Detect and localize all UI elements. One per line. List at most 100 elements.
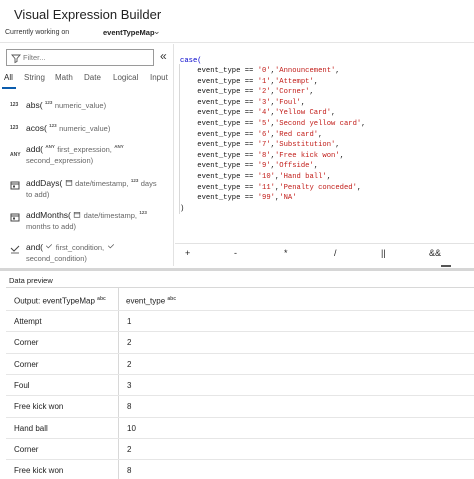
expression-editor[interactable]: case( event_type == '0','Announcement', …	[175, 44, 474, 240]
filter-input[interactable]	[23, 51, 151, 64]
function-argument: date/timestamp,	[75, 179, 129, 188]
code-value-string: 'Attempt'	[274, 77, 314, 86]
tab-string[interactable]: String	[24, 73, 45, 82]
numeric-type-icon: 123	[49, 123, 57, 129]
function-argument: second_expression)	[26, 156, 94, 165]
calendar-icon	[10, 180, 20, 190]
table-cell-output: Attempt	[14, 317, 42, 326]
function-item-acos[interactable]: 123 acos( 123 numeric_value)	[0, 120, 174, 142]
table-row: Attempt 1	[6, 310, 474, 332]
any-type-icon: ANY	[10, 152, 21, 158]
column-header-event-type[interactable]: event_type abc	[126, 288, 176, 310]
code-line: event_type == '9','Offside',	[180, 162, 318, 170]
code-line: event_type == '2','Corner',	[180, 88, 314, 96]
tab-date[interactable]: Date	[84, 73, 101, 82]
code-value-string: 'Corner'	[274, 88, 310, 97]
table-cell-output: Corner	[14, 444, 39, 454]
function-item-addmonths[interactable]: addMonths( date/timestamp, 123 months to…	[0, 208, 174, 240]
any-type-icon: ANY	[45, 144, 55, 150]
table-cell-output: Corner	[14, 359, 39, 369]
column-header-output[interactable]: Output: eventTypeMap abc	[14, 288, 106, 310]
code-field: event_type	[197, 141, 241, 150]
code-key-string: '3'	[257, 98, 271, 107]
function-item-abs[interactable]: 123 abs( 123 numeric_value)	[0, 98, 174, 120]
code-key-string: '11'	[257, 183, 275, 192]
tab-input[interactable]: Input	[150, 73, 168, 82]
table-row: Free kick won 8	[6, 395, 474, 417]
table-cell-event-type: 2	[127, 338, 132, 348]
function-name: addMonths(	[26, 210, 71, 220]
code-field: event_type	[197, 183, 241, 192]
code-field: event_type	[197, 151, 241, 160]
plus-operator-button[interactable]: +	[185, 248, 190, 258]
working-on-row: Currently working on eventTypeMap ⌄	[0, 25, 474, 43]
active-tab-indicator	[2, 87, 16, 89]
function-signature: addDays( date/timestamp, 123 days	[26, 178, 157, 188]
code-value-string: 'Second yellow card'	[274, 120, 362, 128]
function-signature: add( ANY first_expression, ANY	[26, 144, 124, 154]
code-operator: ==	[244, 151, 254, 160]
window-title: Visual Expression Builder	[14, 7, 162, 22]
function-name: acos(	[26, 123, 47, 133]
code-key-string: '99'	[257, 194, 275, 203]
code-value-string: 'Free kick won'	[274, 151, 340, 160]
code-field: event_type	[197, 109, 241, 118]
stream-selector[interactable]: eventTypeMap	[103, 28, 155, 37]
pane-divider[interactable]	[0, 268, 474, 271]
code-key-string: '8'	[257, 151, 271, 160]
code-value-string: 'Offside'	[274, 162, 314, 171]
category-tabs: All String Math Date Logical Input	[0, 71, 174, 91]
function-argument: numeric_value)	[59, 124, 111, 133]
table-cell-event-type: 8	[127, 402, 132, 412]
code-operator: ==	[244, 183, 254, 192]
function-item-adddays[interactable]: addDays( date/timestamp, 123 days to add…	[0, 176, 174, 208]
function-argument: date/timestamp,	[83, 211, 137, 220]
filter-icon	[11, 54, 21, 64]
code-field: event_type	[197, 98, 241, 107]
string-type-icon: abc	[97, 296, 106, 302]
function-signature: acos( 123 numeric_value)	[26, 123, 110, 133]
chevron-down-icon[interactable]: ⌄	[153, 26, 161, 37]
function-item-add[interactable]: ANY add( ANY first_expression, ANY secon…	[0, 142, 174, 174]
logical-type-icon	[10, 244, 20, 254]
code-operator: ==	[244, 98, 254, 107]
code-line: event_type == '99','NA'	[180, 194, 296, 203]
code-close: )	[180, 205, 185, 213]
code-field: event_type	[197, 173, 241, 181]
table-row: Corner 2	[6, 331, 474, 353]
code-field: event_type	[197, 77, 241, 86]
minus-operator-button[interactable]: -	[234, 248, 237, 258]
code-field: event_type	[197, 162, 241, 171]
multiply-operator-button[interactable]: *	[284, 248, 288, 258]
code-field: event_type	[197, 67, 241, 75]
table-cell-event-type: 2	[127, 359, 132, 369]
numeric-type-icon: 123	[130, 178, 139, 184]
or-operator-button[interactable]: ||	[381, 248, 386, 258]
collapse-panel-button[interactable]: «	[160, 50, 167, 62]
and-operator-button[interactable]: &&	[429, 248, 441, 258]
data-preview-label: Data preview	[9, 276, 53, 285]
code-operator: ==	[244, 120, 254, 128]
code-field: event_type	[197, 194, 241, 203]
operator-scrollbar[interactable]	[441, 265, 451, 267]
divide-operator-button[interactable]: /	[334, 248, 337, 258]
tab-all[interactable]: All	[4, 73, 13, 82]
logical-type-icon	[107, 244, 114, 249]
filter-box[interactable]	[6, 49, 154, 66]
table-cell-output: Corner	[14, 338, 39, 348]
code-key-string: '7'	[257, 141, 271, 150]
tab-math[interactable]: Math	[55, 73, 73, 82]
code-value-string: 'Announcement'	[274, 67, 336, 75]
code-value-string: 'Penalty conceded'	[279, 183, 357, 192]
code-line: event_type == '3','Foul',	[180, 99, 305, 107]
table-cell-event-type: 8	[127, 466, 132, 476]
numeric-type-icon: 123	[10, 102, 19, 108]
working-on-label: Currently working on	[5, 29, 70, 36]
tab-logical[interactable]: Logical	[113, 73, 138, 82]
